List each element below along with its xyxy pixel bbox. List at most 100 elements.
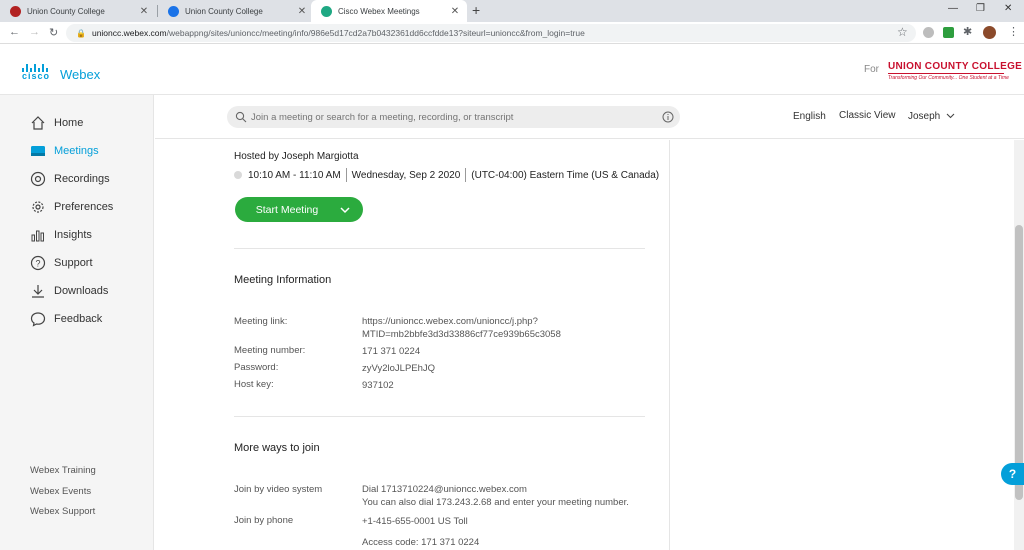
close-tab-icon[interactable]: ✕ <box>138 6 150 17</box>
lock-icon: 🔒 <box>76 28 86 38</box>
close-window-icon[interactable]: ✕ <box>1004 3 1012 14</box>
right-panel <box>671 140 1014 550</box>
help-icon: ? <box>30 255 46 271</box>
classic-view-link[interactable]: Classic View <box>839 110 896 121</box>
sidebar-item-preferences[interactable]: Preferences <box>30 197 113 217</box>
language-selector[interactable]: English <box>793 111 826 122</box>
union-county-college-logo: UNION COUNTY COLLEGE Transforming Our Co… <box>888 61 1022 83</box>
browser-toolbar: ← → ↻ 🔒 unioncc.webex.com/webappng/sites… <box>0 22 1024 44</box>
webex-events-link[interactable]: Webex Events <box>30 486 91 497</box>
start-meeting-label: Start Meeting <box>255 203 319 216</box>
meeting-timezone: (UTC-04:00) Eastern Time (US & Canada) <box>471 169 660 181</box>
insights-icon <box>31 230 44 242</box>
favicon-icon <box>10 5 21 17</box>
webex-wordmark: Webex <box>60 67 101 82</box>
sidebar-item-label: Feedback <box>54 313 103 325</box>
sidebar-item-label: Home <box>54 117 84 129</box>
search-input[interactable] <box>227 106 680 128</box>
start-meeting-button[interactable]: Start Meeting <box>235 197 363 222</box>
feedback-icon <box>30 312 46 327</box>
browser-tab-active[interactable]: Cisco Webex Meetings ✕ <box>311 0 467 22</box>
url-path: /webappng/sites/unioncc/meeting/info/986… <box>166 28 585 38</box>
minimize-icon[interactable]: — <box>948 3 958 14</box>
more-ways-to-join-heading: More ways to join <box>234 442 320 454</box>
for-label: For <box>864 64 879 75</box>
video-dial-address: Dial 1713710224@unioncc.webex.com <box>362 484 527 495</box>
webex-training-link[interactable]: Webex Training <box>30 465 96 476</box>
reload-icon[interactable]: ↻ <box>49 26 58 39</box>
close-tab-icon[interactable]: ✕ <box>296 6 308 17</box>
user-name: Joseph <box>908 111 941 122</box>
meeting-time: 10:10 AM - 11:10 AM <box>248 169 341 181</box>
extension-check-icon[interactable] <box>943 27 954 38</box>
sidebar-item-support[interactable]: ? Support <box>30 253 93 273</box>
scrollbar-thumb[interactable] <box>1015 225 1023 500</box>
info-icon[interactable] <box>662 111 674 123</box>
join-phone-value: +1-415-655-0001 US Toll <box>362 516 468 527</box>
browser-tab-strip: Union County College ✕ Union County Coll… <box>0 0 1024 22</box>
favicon-icon <box>168 5 179 17</box>
tab-title: Union County College <box>185 6 263 16</box>
sidebar-item-feedback[interactable]: Feedback <box>30 309 102 329</box>
close-tab-icon[interactable]: ✕ <box>449 6 461 17</box>
meeting-link-value[interactable]: https://unioncc.webex.com/unioncc/j.php?… <box>362 315 561 341</box>
user-menu[interactable]: Joseph <box>908 111 955 122</box>
sidebar-item-recordings[interactable]: Recordings <box>30 169 110 189</box>
download-icon <box>32 285 44 298</box>
meeting-date: Wednesday, Sep 2 2020 <box>351 169 461 181</box>
sidebar-item-home[interactable]: Home <box>30 113 83 133</box>
browser-menu-icon[interactable]: ⋮ <box>1008 25 1019 38</box>
tab-title: Union County College <box>27 6 105 16</box>
meeting-number-label: Meeting number: <box>234 345 306 356</box>
back-icon[interactable]: ← <box>9 26 20 38</box>
divider <box>234 248 645 249</box>
meeting-information-heading: Meeting Information <box>234 274 332 286</box>
sidebar-item-meetings[interactable]: Meetings <box>30 141 99 161</box>
sidebar-item-label: Support <box>54 257 93 269</box>
meeting-link-label: Meeting link: <box>234 316 288 327</box>
bookmark-star-icon[interactable]: ☆ <box>897 25 908 39</box>
password-label: Password: <box>234 362 279 373</box>
meeting-details-panel: Hosted by Joseph Margiotta 10:10 AM - 11… <box>155 140 670 550</box>
forward-icon[interactable]: → <box>29 26 40 38</box>
sidebar-item-label: Meetings <box>54 145 99 157</box>
sidebar-item-label: Downloads <box>54 285 109 297</box>
chevron-down-icon <box>946 113 955 119</box>
sidebar-item-downloads[interactable]: Downloads <box>30 281 108 301</box>
browser-tab[interactable]: Union County College ✕ <box>0 0 156 22</box>
home-icon <box>31 116 45 130</box>
top-search-bar: English Classic View Joseph <box>155 95 1024 139</box>
gear-icon <box>32 201 44 213</box>
extension-icon[interactable] <box>923 27 934 38</box>
divider <box>234 416 645 417</box>
maximize-icon[interactable]: ❐ <box>976 3 985 14</box>
status-dot-icon <box>234 171 242 179</box>
url-host: unioncc.webex.com <box>91 28 167 38</box>
new-tab-button[interactable]: + <box>472 2 480 18</box>
search-icon <box>235 111 247 123</box>
video-dial-instructions: You can also dial 173.243.2.68 and enter… <box>362 497 629 508</box>
webex-favicon-icon <box>321 5 332 17</box>
address-bar[interactable]: 🔒 unioncc.webex.com/webappng/sites/union… <box>66 24 916 42</box>
org-tagline: Transforming Our Community... One Studen… <box>888 75 1009 81</box>
sidebar-item-label: Insights <box>54 229 92 241</box>
cisco-wordmark: cisco <box>22 71 51 81</box>
webex-support-link[interactable]: Webex Support <box>30 506 95 517</box>
extensions-puzzle-icon[interactable]: ✱ <box>963 25 972 38</box>
svg-text:?: ? <box>35 259 40 269</box>
help-bubble-button[interactable]: ? <box>1001 463 1024 485</box>
profile-avatar[interactable] <box>983 26 996 39</box>
hosted-by-text: Hosted by Joseph Margiotta <box>234 151 359 162</box>
host-key-label: Host key: <box>234 379 274 390</box>
sidebar-item-label: Recordings <box>54 173 110 185</box>
join-phone-label: Join by phone <box>234 515 294 526</box>
app-header: cisco Webex For UNION COUNTY COLLEGE Tra… <box>0 45 1024 95</box>
meeting-link-line: https://unioncc.webex.com/unioncc/j.php? <box>362 316 538 327</box>
browser-tab[interactable]: Union County College ✕ <box>158 0 314 22</box>
sidebar: Home Meetings Recordings Preferences Ins… <box>0 95 154 550</box>
chevron-down-icon[interactable] <box>339 204 351 216</box>
sidebar-item-insights[interactable]: Insights <box>30 225 92 245</box>
join-video-value: Dial 1713710224@unioncc.webex.com You ca… <box>362 483 629 509</box>
org-name: UNION COUNTY COLLEGE <box>888 61 1023 72</box>
meetings-icon <box>31 146 45 156</box>
